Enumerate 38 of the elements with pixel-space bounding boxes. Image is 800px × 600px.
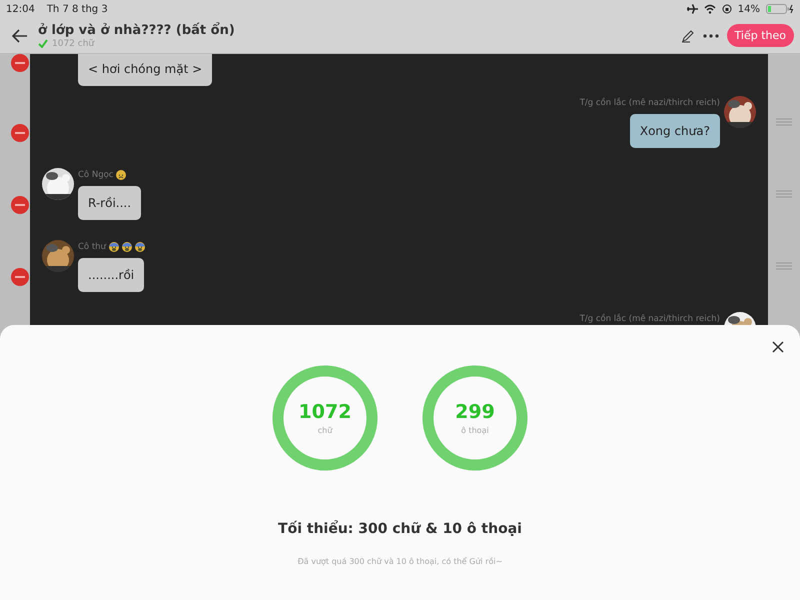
emoji-icon [122, 242, 132, 252]
date: Th 7 8 thg 3 [46, 4, 108, 14]
battery-percent: 14% [738, 4, 760, 14]
message-bubble: R-rồi.... [78, 186, 142, 220]
more-icon[interactable] [702, 34, 719, 38]
close-icon[interactable] [772, 341, 784, 353]
sender-name: Cô Ngọc [78, 170, 114, 180]
delete-icon[interactable] [11, 196, 29, 214]
sender-name: T/g cồn lắc (mê nazi/thirch reich) [580, 98, 720, 108]
minimum-requirement: Tối thiểu: 300 chữ & 10 ô thoại [278, 521, 522, 537]
drag-handle-icon[interactable] [776, 190, 792, 198]
battery-charging-icon [766, 4, 794, 14]
word-count: 1072 chữ [52, 38, 94, 48]
gauge-value: 1072 [298, 401, 352, 423]
emoji-icon [134, 242, 145, 252]
wifi-icon [704, 4, 716, 14]
emoji-icon [116, 170, 126, 180]
next-button[interactable]: Tiếp theo [726, 24, 794, 47]
emoji-icon [108, 242, 119, 252]
gauge-value: 299 [455, 401, 495, 423]
sender-name: T/g cồn lắc (mê nazi/thirch reich) [580, 314, 720, 324]
delete-icon[interactable] [11, 54, 29, 72]
gauge-unit: chữ [318, 426, 332, 435]
message-bubble: Xong chưa? [630, 114, 720, 148]
drag-handle-icon[interactable] [776, 262, 792, 270]
pencil-icon[interactable] [680, 28, 695, 42]
time: 12:04 [6, 4, 35, 14]
drag-handle-icon[interactable] [776, 118, 792, 126]
airplane-icon [686, 4, 698, 14]
status-note: Đã vượt quá 300 chữ và 10 ô thoại, có thể Gửi rồi~ [298, 557, 502, 566]
gauge-unit: ô thoại [461, 426, 489, 435]
delete-icon[interactable] [11, 124, 29, 142]
lock-rotation-icon [722, 4, 732, 14]
message-bubble: < hơi chóng mặt > [78, 54, 212, 86]
message-bubble: ........rồi [78, 258, 144, 292]
story-title: ở lớp và ở nhà???? (bất ổn) [38, 22, 235, 38]
delete-icon[interactable] [11, 268, 29, 286]
sender-name: Cô thư [78, 242, 106, 252]
